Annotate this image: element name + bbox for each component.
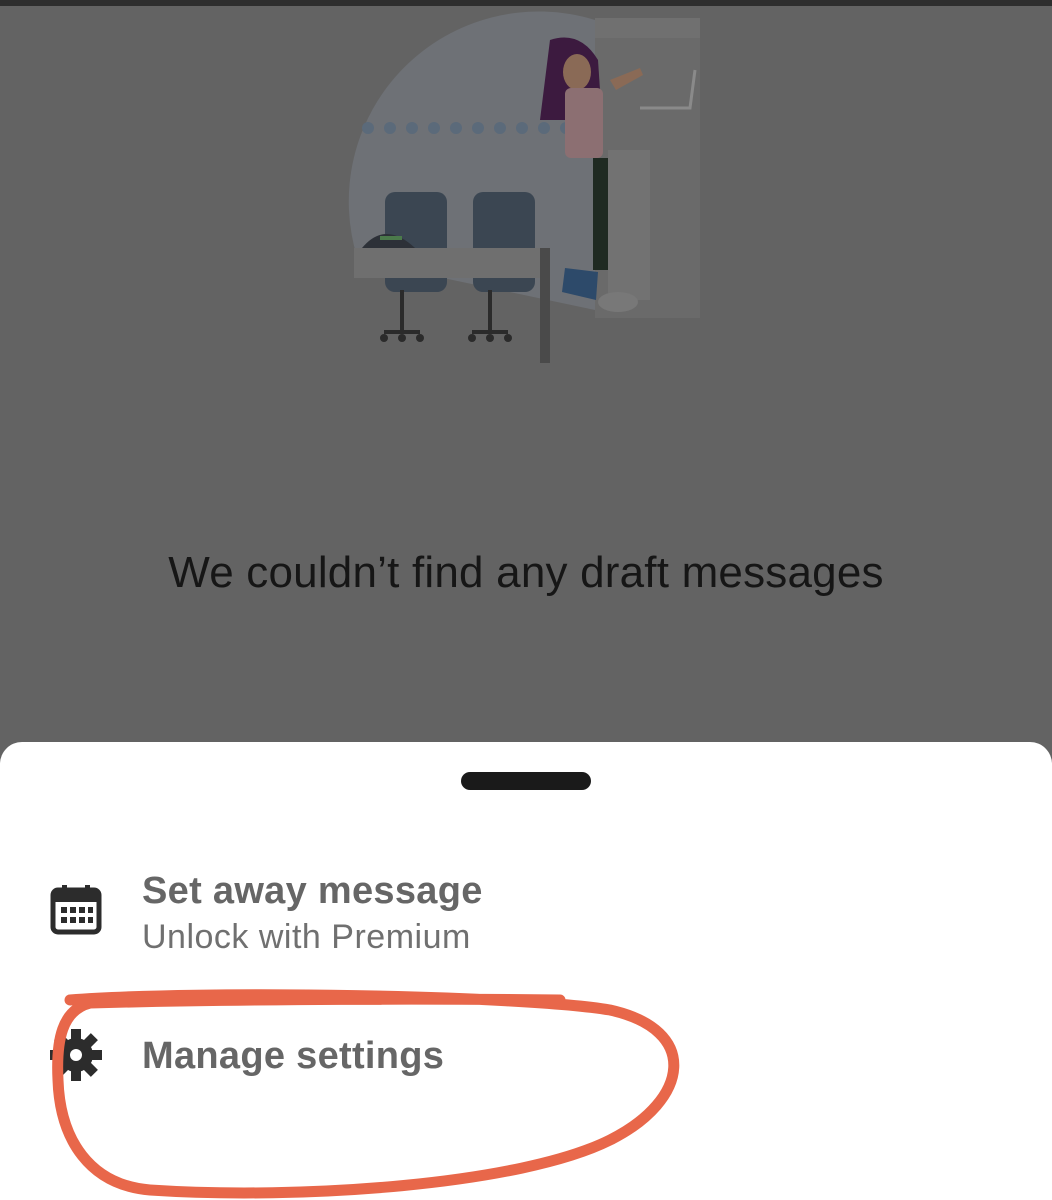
empty-state-message: We couldn’t find any draft messages xyxy=(168,548,884,597)
calendar-icon xyxy=(50,885,102,935)
set-away-message-item[interactable]: Set away message Unlock with Premium xyxy=(0,860,1052,960)
manage-settings-item[interactable]: Manage settings xyxy=(0,1027,1052,1107)
set-away-message-subtitle: Unlock with Premium xyxy=(142,918,471,956)
sheet-drag-handle[interactable] xyxy=(461,772,591,790)
set-away-message-title: Set away message xyxy=(142,870,483,912)
gear-icon xyxy=(50,1029,102,1081)
drafts-screen: We couldn’t find any draft messages Set … xyxy=(0,0,1052,1200)
manage-settings-title: Manage settings xyxy=(142,1035,445,1077)
bottom-sheet: Set away message Unlock with Premium Man… xyxy=(0,742,1052,1200)
status-bar-edge xyxy=(0,0,1052,6)
person-peeking-office-illustration xyxy=(348,11,700,363)
